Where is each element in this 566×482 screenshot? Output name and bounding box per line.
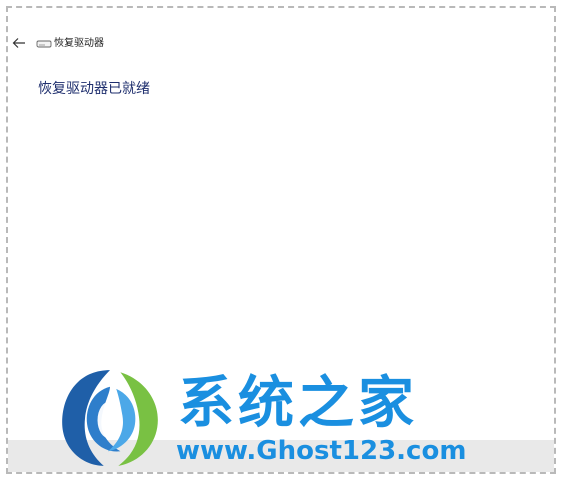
drive-icon (36, 40, 52, 48)
page-heading: 恢复驱动器已就绪 (38, 81, 150, 97)
back-arrow-icon[interactable] (11, 35, 27, 51)
watermark-url: www.Ghost123.com (176, 436, 467, 466)
window-title: 恢复驱动器 (54, 38, 104, 49)
app-window: 恢复驱动器 恢复驱动器已就绪 系统之家 www.Ghost123.com (6, 6, 556, 474)
watermark-text: 系统之家 (178, 370, 418, 436)
system-home-logo (62, 370, 158, 466)
